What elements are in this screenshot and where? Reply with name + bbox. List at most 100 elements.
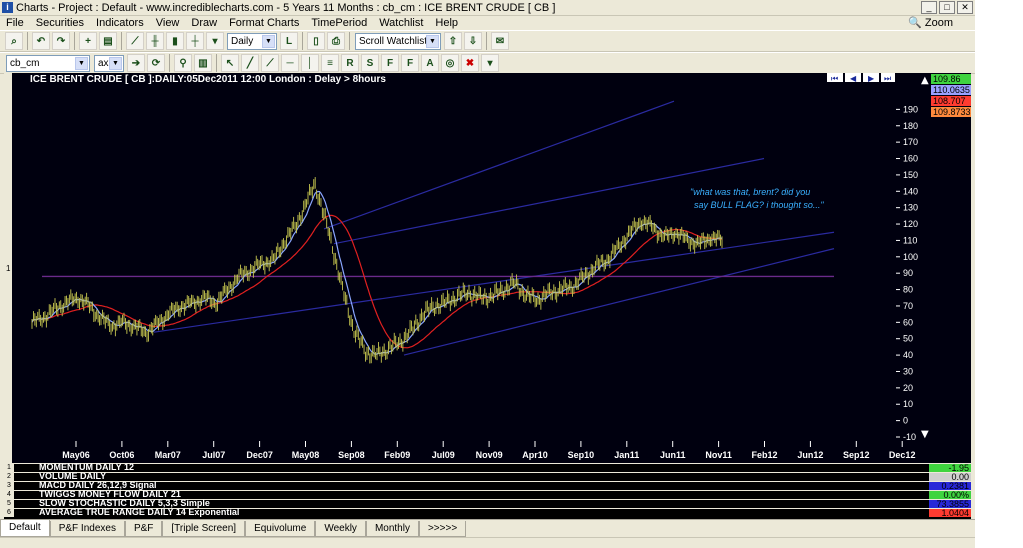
crosshair-icon[interactable]: + — [79, 32, 97, 50]
watchlist-select-value: Scroll Watchlist — [359, 35, 427, 47]
security-select-value: cb_cm — [10, 57, 40, 69]
close-icon[interactable]: ✕ — [957, 1, 973, 14]
indicator-row[interactable]: 6 AVERAGE TRUE RANGE DAILY 14 Exponential… — [4, 507, 971, 518]
x-tick-label: Sep10 — [568, 450, 595, 460]
refresh-icon[interactable]: ⟳ — [147, 54, 165, 72]
tab-monthly[interactable]: Monthly — [365, 521, 419, 537]
y-tick-label: 10 — [903, 399, 913, 409]
ohlc-icon[interactable]: ┼ — [186, 32, 204, 50]
print-icon[interactable]: ⎙ — [327, 32, 345, 50]
binoculars-icon[interactable]: ⚲ — [174, 54, 192, 72]
line-chart-icon[interactable]: ⟋ — [126, 32, 144, 50]
menu-watchlist[interactable]: Watchlist — [373, 16, 429, 30]
down-arrow-icon[interactable]: ⇩ — [464, 32, 482, 50]
security-select[interactable]: cb_cm ▼ — [6, 54, 90, 72]
price-chart[interactable]: -10 0 10 20 30 40 50 60 70 80 90 100 110 120 130 140 150… — [4, 73, 971, 463]
annotation-line-2: say BULL FLAG? i thought so..." — [694, 200, 824, 210]
tab-pf-indexes[interactable]: P&F Indexes — [49, 521, 125, 537]
price-chart-svg: -10 0 10 20 30 40 50 60 70 80 90 100 110 120 130 140 150… — [6, 73, 971, 463]
indicator-number: 3 — [4, 482, 14, 490]
mail-icon[interactable]: ✉ — [491, 32, 509, 50]
window-controls: _ □ ✕ — [921, 1, 973, 14]
x-tick-label: Jun12 — [797, 450, 823, 460]
layout-icon[interactable]: ▤ — [99, 32, 117, 50]
draw-pointer-icon[interactable]: ↖ — [221, 54, 239, 72]
draw-circle-icon[interactable]: ◎ — [441, 54, 459, 72]
x-tick-label: Nov09 — [476, 450, 503, 460]
indicator-plot: AVERAGE TRUE RANGE DAILY 14 Exponential — [15, 507, 927, 517]
magnifier-icon: 🔍 — [908, 17, 922, 29]
tab-default[interactable]: Default — [0, 520, 50, 537]
log-scale-icon[interactable]: L — [280, 32, 298, 50]
candlestick-icon[interactable]: ▮ — [166, 32, 184, 50]
search-icon[interactable]: ⌕ — [5, 32, 23, 50]
tab-pf[interactable]: P&F — [124, 521, 163, 537]
scroll-down-arrow-icon[interactable]: ▼ — [921, 429, 929, 440]
menu-help[interactable]: Help — [429, 16, 464, 30]
tab-triple-screen[interactable]: [Triple Screen] — [162, 521, 246, 537]
watchlist-select[interactable]: Scroll Watchlist ▼ — [355, 32, 441, 50]
draw-regression-icon[interactable]: R — [341, 54, 359, 72]
price-label-text: 108.707 — [933, 96, 966, 106]
columns-icon[interactable]: ▥ — [194, 54, 212, 72]
draw-fibonacci-icon[interactable]: F — [381, 54, 399, 72]
minimize-icon[interactable]: _ — [921, 1, 937, 14]
indicator-plot: MOMENTUM DAILY 12 — [15, 462, 927, 472]
y-tick-label: 100 — [903, 252, 918, 262]
page-icon[interactable]: ▯ — [307, 32, 325, 50]
status-bar — [0, 537, 975, 548]
x-tick-label: Dec07 — [246, 450, 273, 460]
indicator-row[interactable]: 1 MOMENTUM DAILY 12 -1.95 — [4, 462, 971, 473]
up-arrow-icon[interactable]: ⇧ — [444, 32, 462, 50]
chevron-down-icon: ▼ — [426, 34, 439, 48]
draw-ray-icon[interactable]: ⟋ — [261, 54, 279, 72]
tab-weekly[interactable]: Weekly — [315, 521, 366, 537]
ax-select[interactable]: ax ▼ — [94, 54, 124, 72]
x-tick-label: Jul07 — [202, 450, 225, 460]
x-tick-label: Oct06 — [109, 450, 134, 460]
draw-channel-icon[interactable]: ≡ — [321, 54, 339, 72]
toolbar-separator — [27, 32, 28, 50]
main-toolbar: ⌕ ↶ ↷ + ▤ ⟋ ╫ ▮ ┼ ▾ Daily ▼ L ▯ ⎙ Scroll… — [0, 30, 975, 52]
menu-view[interactable]: View — [150, 16, 186, 30]
y-tick-label: 170 — [903, 137, 918, 147]
period-select[interactable]: Daily ▼ — [227, 32, 277, 50]
tab-more[interactable]: >>>>> — [418, 521, 467, 537]
app-icon: i — [2, 2, 13, 13]
forward-icon[interactable]: ↷ — [52, 32, 70, 50]
zoom-button[interactable]: 🔍 Zoom — [908, 16, 953, 30]
draw-horizontal-icon[interactable]: ─ — [281, 54, 299, 72]
y-tick-label: 0 — [903, 416, 908, 426]
maximize-icon[interactable]: □ — [939, 1, 955, 14]
menu-file[interactable]: File — [0, 16, 30, 30]
chevron-down-icon: ▼ — [75, 56, 88, 70]
toolbar-separator — [74, 32, 75, 50]
draw-fib-fan-icon[interactable]: F — [401, 54, 419, 72]
menu-indicators[interactable]: Indicators — [90, 16, 150, 30]
dropdown-chevron-icon[interactable]: ▾ — [481, 54, 499, 72]
charts-window: i Charts - Project : Default - www.incre… — [0, 0, 975, 548]
draw-line-icon[interactable]: ╱ — [241, 54, 259, 72]
back-icon[interactable]: ↶ — [32, 32, 50, 50]
price-label-text: 110.0635 — [933, 85, 970, 95]
y-tick-label: 130 — [903, 203, 918, 213]
delete-drawing-icon[interactable]: ✖ — [461, 54, 479, 72]
menu-securities[interactable]: Securities — [30, 16, 90, 30]
chevron-down-icon: ▼ — [262, 34, 275, 48]
tab-equivolume[interactable]: Equivolume — [245, 521, 316, 537]
menu-draw[interactable]: Draw — [185, 16, 223, 30]
draw-vertical-icon[interactable]: │ — [301, 54, 319, 72]
draw-s-icon[interactable]: S — [361, 54, 379, 72]
dropdown-chevron-icon[interactable]: ▾ — [206, 32, 224, 50]
menu-timeperiod[interactable]: TimePeriod — [305, 16, 373, 30]
menu-format-charts[interactable]: Format Charts — [223, 16, 305, 30]
bar-chart-icon[interactable]: ╫ — [146, 32, 164, 50]
next-icon[interactable]: ➔ — [127, 54, 145, 72]
y-tick-label: 190 — [903, 104, 918, 114]
draw-text-icon[interactable]: A — [421, 54, 439, 72]
secondary-toolbar: cb_cm ▼ ax ▼ ➔ ⟳ ⚲ ▥ ↖ ╱ ⟋ ─ │ ≡ R S F F… — [0, 52, 975, 74]
x-tick-label: Nov11 — [705, 450, 732, 460]
y-tick-label: 90 — [903, 268, 913, 278]
scroll-up-arrow-icon[interactable]: ▲ — [921, 75, 929, 86]
y-tick-label: 120 — [903, 219, 918, 229]
